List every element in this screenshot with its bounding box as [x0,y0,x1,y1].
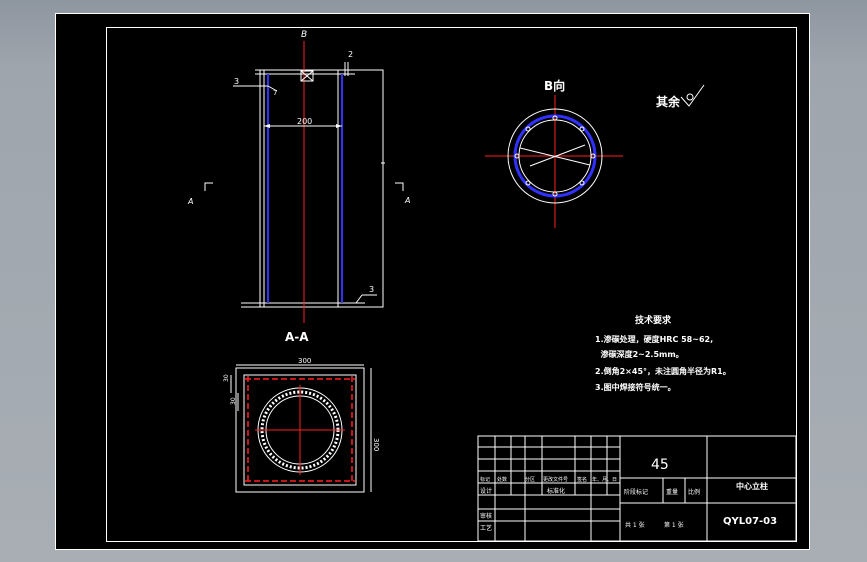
col-header-6: 年、月、日 [592,476,617,483]
dim-aa-right: 300 [372,438,380,451]
part-name: 中心立柱 [736,481,768,491]
roughness-label: 其余 [656,94,681,109]
section-label-b: B [301,30,307,40]
dim-aa-left-top: 30 [223,374,230,382]
cut-marker-left [204,182,213,191]
col-header-4: 更改文件号 [543,476,568,483]
row-check: 审核 [480,512,492,520]
elevation-view: 200 3 7 2 3 B A A [187,30,410,323]
scale-label: 比例 [688,488,700,496]
tech-title: 技术要求 [635,314,672,326]
col-header-1: 标记 [480,476,490,483]
section-aa-view: A-A 300 300 30 30 [223,330,380,493]
col-header-5: 签名 [577,476,587,483]
cad-drawing[interactable]: 200 3 7 2 3 B A A B向 其余 A-A 300 300 30 3… [55,13,810,550]
dim-bottom-right: 3 [369,285,374,294]
tech-line-1: 1.渗碳处理，硬度HRC 58~62, [595,334,713,344]
col-header-2: 处数 [497,476,507,483]
dim-top-right: 2 [348,50,353,59]
material: 45 [651,457,669,473]
col-header-3: 分区 [525,476,535,483]
cut-marker-right [395,182,404,191]
view-b-title: B向 [544,78,565,93]
tech-line-4: 3.图中焊接符号统一。 [595,382,676,392]
drawing-number: QYL07-03 [723,516,777,527]
cut-label-right: A [404,196,410,205]
inner-border [106,27,797,542]
dim-aa-top: 300 [298,357,311,365]
row-design: 设计 [480,487,492,495]
sheet-number: 第 1 张 [664,521,684,529]
viewer-background: 200 3 7 2 3 B A A B向 其余 A-A 300 300 30 3… [0,0,867,562]
tech-line-2: 渗碳深度2~2.5mm。 [595,349,684,359]
view-b: B向 其余 [485,78,705,228]
drawing-sheet[interactable]: 200 3 7 2 3 B A A B向 其余 A-A 300 300 30 3… [55,13,810,550]
cut-label-left: A [187,197,193,206]
row-process: 工艺 [480,524,492,532]
dim-top-left: 3 [234,77,239,86]
stage-mark: 阶段标记 [624,488,648,496]
tech-line-3: 2.倒角2×45°，未注圆角半径为R1。 [595,366,731,376]
elevation-outline [259,69,384,308]
row-standardize: 标准化 [547,487,565,495]
dim-width: 200 [297,117,312,126]
outer-border [55,13,810,550]
dim-small: 7 [273,89,277,97]
tech-requirements: 技术要求 1.渗碳处理，硬度HRC 58~62, 渗碳深度2~2.5mm。 2.… [595,314,731,392]
weight-label: 重量 [666,488,678,496]
section-aa-title: A-A [285,330,309,344]
dim-aa-left-mid: 30 [230,397,237,405]
sheets-total: 共 1 张 [625,521,645,529]
